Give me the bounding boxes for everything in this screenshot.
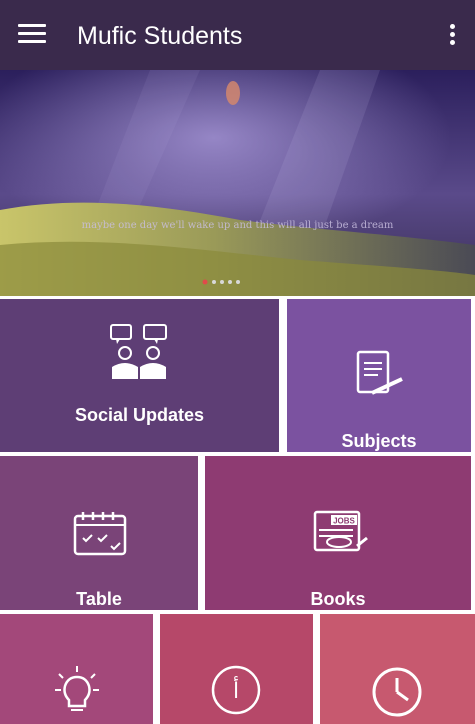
- subjects-label: Subjects: [341, 431, 417, 451]
- subjects-tile[interactable]: Subjects: [287, 299, 471, 452]
- clock-tile[interactable]: [320, 614, 475, 724]
- arabic-tile[interactable]: أ: [160, 614, 313, 724]
- menu-icon[interactable]: [18, 24, 46, 48]
- overflow-menu-icon[interactable]: [444, 24, 460, 48]
- ideas-tile[interactable]: [0, 614, 153, 724]
- app-title: Mufic Students: [77, 22, 243, 50]
- newspaper-jobs-icon: JOBS: [313, 510, 368, 552]
- svg-text:أ: أ: [233, 676, 239, 704]
- chat-people-icon: [110, 324, 167, 379]
- table-label: Table: [76, 589, 122, 609]
- app-bar: Mufic Students: [0, 0, 475, 70]
- svg-text:JOBS: JOBS: [333, 517, 355, 526]
- clock-icon: [372, 667, 422, 717]
- arabic-letter-icon: أ: [211, 665, 261, 715]
- document-pen-icon: [356, 350, 403, 395]
- lightbulb-icon: [55, 666, 99, 711]
- books-label: Books: [310, 589, 366, 609]
- banner-quote: maybe one day we'll wake up and this wil…: [81, 220, 394, 231]
- social-updates-label: Social Updates: [74, 405, 205, 425]
- table-tile[interactable]: Table: [0, 456, 198, 610]
- calendar-icon: [73, 512, 127, 556]
- books-tile[interactable]: JOBS Books: [205, 456, 471, 610]
- header-banner-image: maybe one day we'll wake up and this wil…: [0, 70, 475, 296]
- social-updates-tile[interactable]: Social Updates: [0, 299, 279, 452]
